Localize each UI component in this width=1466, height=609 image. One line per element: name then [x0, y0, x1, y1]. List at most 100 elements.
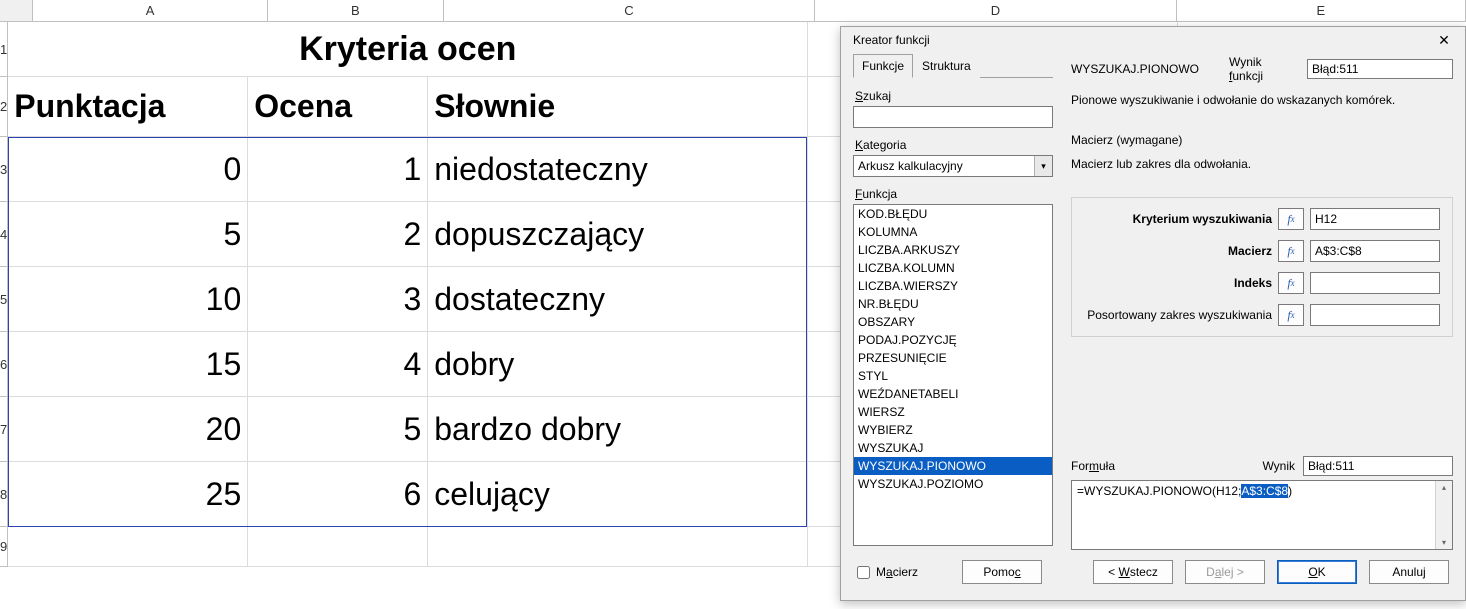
- required-description: Macierz lub zakres dla odwołania.: [1071, 157, 1453, 171]
- col-header-c[interactable]: C: [444, 0, 815, 21]
- row-header[interactable]: 9: [0, 527, 8, 567]
- cell-pts[interactable]: 15: [8, 332, 248, 396]
- cell-grade[interactable]: 1: [248, 137, 428, 201]
- fx-button[interactable]: fx: [1278, 240, 1304, 262]
- argument-input[interactable]: [1310, 304, 1440, 326]
- cell-word[interactable]: dopuszczający: [428, 202, 808, 266]
- checkbox-input[interactable]: [857, 566, 870, 579]
- cell-word[interactable]: celujący: [428, 462, 808, 526]
- header-punktacja[interactable]: Punktacja: [8, 77, 248, 136]
- function-item[interactable]: WYSZUKAJ.PIONOWO: [854, 457, 1052, 475]
- function-item[interactable]: WYSZUKAJ: [854, 439, 1052, 457]
- argument-label: Posortowany zakres wyszukiwania: [1082, 308, 1272, 322]
- col-header-d[interactable]: D: [815, 0, 1177, 21]
- formula-textarea[interactable]: =WYSZUKAJ.PIONOWO(H12;A$3:C$8) ▴▾: [1071, 480, 1453, 550]
- argument-row: Posortowany zakres wyszukiwania fx: [1082, 304, 1440, 326]
- row-header[interactable]: 3: [0, 137, 8, 202]
- cell-word[interactable]: dostateczny: [428, 267, 808, 331]
- title-cell[interactable]: Kryteria ocen: [8, 22, 808, 76]
- help-button[interactable]: Pomoc: [962, 560, 1042, 584]
- row-header[interactable]: 7: [0, 397, 8, 462]
- argument-label: Indeks: [1082, 276, 1272, 290]
- category-label: Kategoria: [855, 138, 1053, 152]
- function-item[interactable]: LICZBA.WIERSZY: [854, 277, 1052, 295]
- cell-word[interactable]: niedostateczny: [428, 137, 808, 201]
- result-label: Wynik funkcji: [1229, 55, 1297, 83]
- cell-grade[interactable]: 2: [248, 202, 428, 266]
- ok-button[interactable]: OK: [1277, 560, 1357, 584]
- argument-input[interactable]: H12: [1310, 208, 1440, 230]
- col-header-a[interactable]: A: [33, 0, 268, 21]
- row-header[interactable]: 2: [0, 77, 8, 137]
- function-item[interactable]: KOD.BŁĘDU: [854, 205, 1052, 223]
- cell-pts[interactable]: 0: [8, 137, 248, 201]
- cell-grade[interactable]: 5: [248, 397, 428, 461]
- function-item[interactable]: WIERSZ: [854, 403, 1052, 421]
- formula-label: Formuła: [1071, 459, 1115, 473]
- argument-input[interactable]: [1310, 272, 1440, 294]
- cell[interactable]: [428, 527, 808, 566]
- function-item[interactable]: STYL: [854, 367, 1052, 385]
- function-item[interactable]: LICZBA.ARKUSZY: [854, 241, 1052, 259]
- required-label: Macierz (wymagane): [1071, 133, 1453, 147]
- cell-grade[interactable]: 6: [248, 462, 428, 526]
- row-header[interactable]: 6: [0, 332, 8, 397]
- fx-button[interactable]: fx: [1278, 272, 1304, 294]
- function-item[interactable]: WEŹDANETABELI: [854, 385, 1052, 403]
- cell[interactable]: [248, 527, 428, 566]
- function-item[interactable]: NR.BŁĘDU: [854, 295, 1052, 313]
- col-header-b[interactable]: B: [268, 0, 444, 21]
- tab-structure[interactable]: Struktura: [913, 54, 980, 78]
- function-item[interactable]: OBSZARY: [854, 313, 1052, 331]
- cell-grade[interactable]: 4: [248, 332, 428, 396]
- function-item[interactable]: LICZBA.KOLUMN: [854, 259, 1052, 277]
- row-header[interactable]: 5: [0, 267, 8, 332]
- category-value: Arkusz kalkulacyjny: [858, 159, 963, 173]
- search-input[interactable]: [853, 106, 1053, 128]
- function-item[interactable]: PRZESUNIĘCIE: [854, 349, 1052, 367]
- function-item[interactable]: KOLUMNA: [854, 223, 1052, 241]
- formula-text-selection: A$3:C$8: [1241, 484, 1288, 498]
- cancel-button[interactable]: Anuluj: [1369, 560, 1449, 584]
- formula-text-pre: =WYSZUKAJ.PIONOWO(H12;: [1077, 484, 1241, 498]
- selected-function-name: WYSZUKAJ.PIONOWO: [1071, 62, 1199, 76]
- function-wizard-dialog: Kreator funkcji ✕ Funkcje Struktura SSzu…: [840, 26, 1466, 601]
- tab-functions[interactable]: Funkcje: [853, 54, 913, 78]
- function-description: Pionowe wyszukiwanie i odwołanie do wska…: [1071, 93, 1453, 107]
- close-button[interactable]: ✕: [1429, 29, 1459, 51]
- row-header[interactable]: 8: [0, 462, 8, 527]
- cell-pts[interactable]: 20: [8, 397, 248, 461]
- cell-pts[interactable]: 25: [8, 462, 248, 526]
- argument-label: Kryterium wyszukiwania: [1082, 212, 1272, 226]
- scrollbar[interactable]: ▴▾: [1435, 481, 1452, 549]
- cell[interactable]: [8, 527, 248, 566]
- argument-input[interactable]: A$3:C$8: [1310, 240, 1440, 262]
- function-item[interactable]: PODAJ.POZYCJĘ: [854, 331, 1052, 349]
- cell-grade[interactable]: 3: [248, 267, 428, 331]
- back-button[interactable]: < Wstecz: [1093, 560, 1173, 584]
- category-combo[interactable]: Arkusz kalkulacyjny ▾: [853, 155, 1053, 177]
- header-ocena[interactable]: Ocena: [248, 77, 428, 136]
- function-label: Funkcja: [855, 187, 1053, 201]
- select-all-corner[interactable]: [0, 0, 33, 21]
- argument-label: Macierz: [1082, 244, 1272, 258]
- function-item[interactable]: WYBIERZ: [854, 421, 1052, 439]
- row-header[interactable]: 4: [0, 202, 8, 267]
- search-label: SSzukajzukaj: [855, 89, 1053, 103]
- array-checkbox[interactable]: Macierz: [857, 565, 918, 579]
- cell-pts[interactable]: 10: [8, 267, 248, 331]
- function-listbox[interactable]: KOD.BŁĘDUKOLUMNALICZBA.ARKUSZYLICZBA.KOL…: [853, 204, 1053, 546]
- function-item[interactable]: WYSZUKAJ.POZIOMO: [854, 475, 1052, 493]
- header-slownie[interactable]: Słownie: [428, 77, 808, 136]
- next-button[interactable]: Dalej >: [1185, 560, 1265, 584]
- fx-button[interactable]: fx: [1278, 304, 1304, 326]
- cell-pts[interactable]: 5: [8, 202, 248, 266]
- dialog-title: Kreator funkcji: [853, 33, 930, 47]
- dialog-titlebar[interactable]: Kreator funkcji ✕: [841, 27, 1465, 53]
- cell-word[interactable]: bardzo dobry: [428, 397, 808, 461]
- row-header[interactable]: 1: [0, 22, 8, 77]
- col-header-e[interactable]: E: [1177, 0, 1466, 21]
- fx-button[interactable]: fx: [1278, 208, 1304, 230]
- cell-word[interactable]: dobry: [428, 332, 808, 396]
- formula-result-label: Wynik: [1262, 459, 1295, 473]
